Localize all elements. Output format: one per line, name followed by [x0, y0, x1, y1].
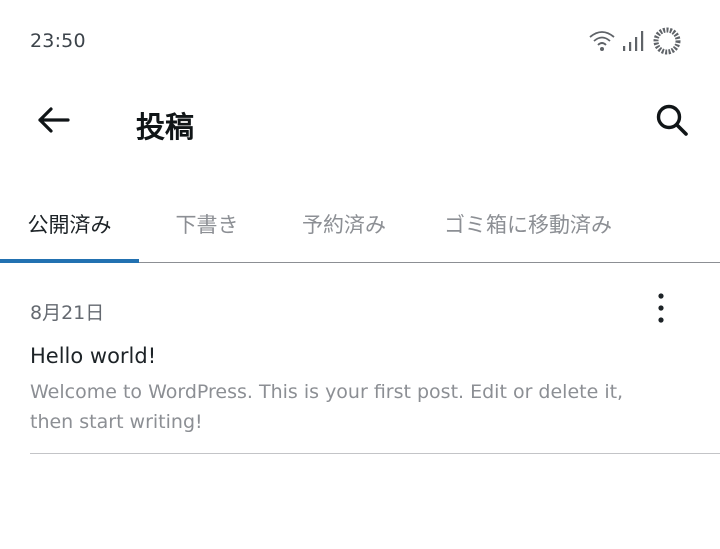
tab-label: 下書き — [175, 213, 239, 237]
tab-published[interactable]: 公開済み — [0, 186, 139, 262]
post-list-item[interactable]: 8月21日 Hello world! Welcome to WordPress.… — [30, 290, 720, 454]
tab-label: 予約済み — [302, 213, 386, 237]
tab-scheduled[interactable]: 予約済み — [275, 186, 413, 262]
post-date: 8月21日 — [30, 302, 105, 324]
tab-indicator — [0, 259, 139, 263]
page-title: 投稿 — [136, 110, 195, 144]
status-bar: 23:50 — [0, 0, 720, 84]
loading-icon — [652, 26, 682, 56]
app-bar: 投稿 — [0, 84, 720, 160]
tab-label: 公開済み — [27, 213, 112, 237]
search-button[interactable] — [650, 100, 694, 144]
tab-bar: 公開済み 下書き 予約済み ゴミ箱に移動済み — [0, 186, 720, 263]
post-title: Hello world! — [30, 344, 157, 368]
more-vertical-icon — [657, 292, 665, 328]
tab-drafts[interactable]: 下書き — [139, 186, 275, 262]
tab-trashed[interactable]: ゴミ箱に移動済み — [413, 186, 643, 262]
tab-label: ゴミ箱に移動済み — [444, 213, 612, 237]
back-button[interactable] — [30, 102, 76, 142]
status-icons — [588, 26, 682, 56]
status-time: 23:50 — [30, 30, 86, 52]
post-more-button[interactable] — [646, 290, 676, 330]
post-excerpt: Welcome to WordPress. This is your first… — [30, 381, 624, 433]
screen: 23:50 投稿 公開済み 下書き 予約済み ゴミ箱に移動済み 8月21日 He… — [0, 0, 720, 549]
search-icon — [654, 102, 690, 142]
signal-icon — [622, 29, 646, 53]
wifi-icon — [588, 29, 616, 53]
arrow-left-icon — [36, 105, 70, 139]
